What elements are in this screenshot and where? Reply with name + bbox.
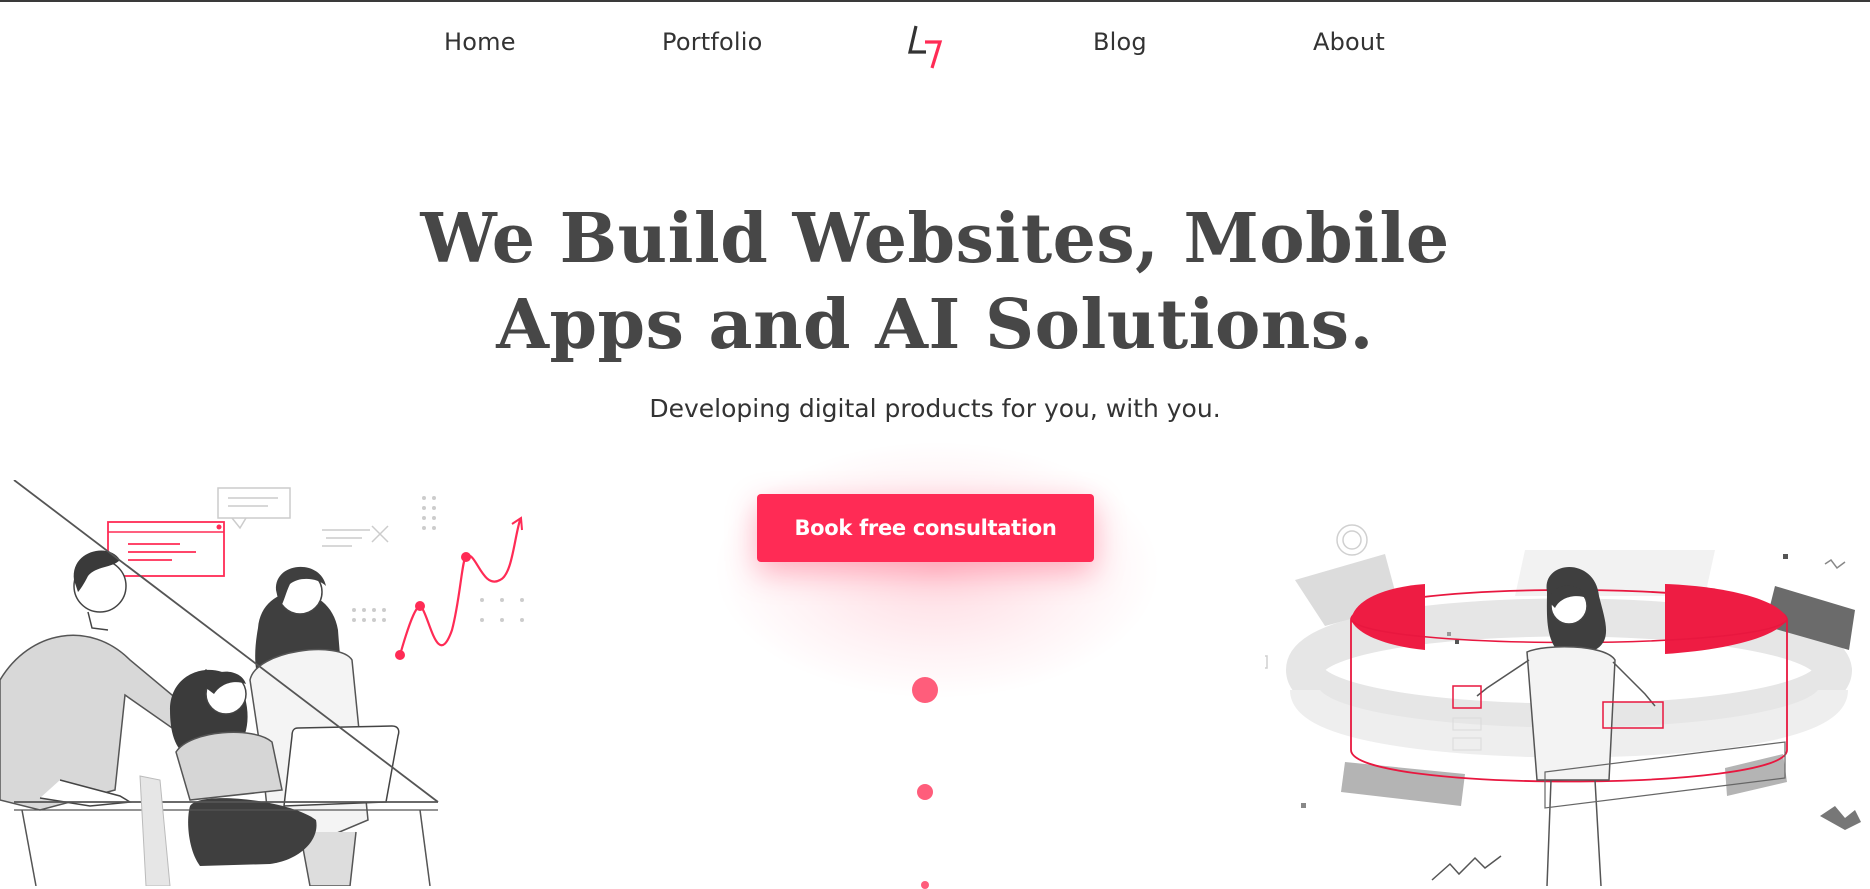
- cta-glow: [712, 440, 1162, 700]
- scroll-dot-large: [912, 677, 938, 703]
- nav-blog[interactable]: Blog: [1093, 28, 1147, 56]
- top-border: [0, 0, 1870, 2]
- nav-about[interactable]: About: [1313, 28, 1385, 56]
- team-illustration: [0, 480, 524, 886]
- ar-illustration: [1265, 524, 1861, 886]
- hero-headline-line1: We Build Websites, Mobile: [420, 199, 1450, 279]
- hero-headline-line2: Apps and AI Solutions.: [496, 285, 1374, 365]
- brand-logo[interactable]: [906, 22, 946, 72]
- scroll-dot-medium: [917, 784, 933, 800]
- book-consultation-button[interactable]: Book free consultation: [757, 494, 1094, 562]
- hero-subheadline: Developing digital products for you, wit…: [649, 394, 1221, 423]
- nav-portfolio[interactable]: Portfolio: [662, 28, 763, 56]
- nav-home[interactable]: Home: [444, 28, 516, 56]
- hero-headline: We Build Websites, Mobile Apps and AI So…: [0, 196, 1870, 368]
- scroll-dot-small: [921, 881, 929, 889]
